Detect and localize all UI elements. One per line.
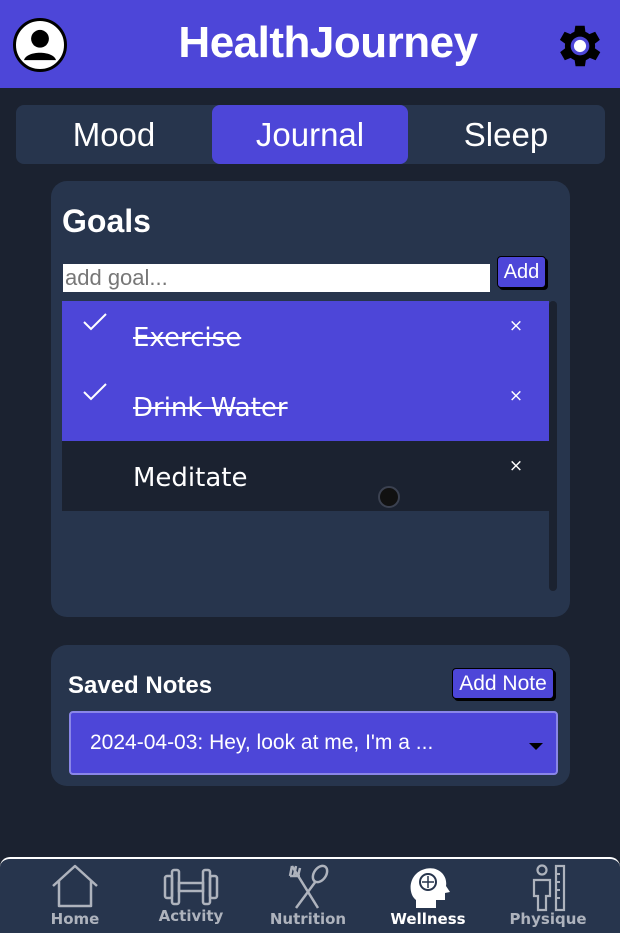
- nav-item-physique[interactable]: Physique: [493, 859, 603, 933]
- nav-label: Nutrition: [269, 910, 347, 928]
- saved-notes-selected: 2024-04-03: Hey, look at me, I'm a ...: [90, 731, 434, 754]
- checkmark-icon: [82, 312, 108, 332]
- bottom-nav: Home Activity Nutrition Wellness Physiqu…: [0, 857, 620, 933]
- nav-label: Activity: [158, 907, 224, 925]
- goal-item-meditate[interactable]: Meditate ×: [62, 441, 549, 511]
- gear-icon[interactable]: [552, 18, 608, 74]
- saved-notes-card: Saved Notes Add Note 2024-04-03: Hey, lo…: [51, 645, 570, 786]
- checkmark-icon: [82, 382, 108, 402]
- chevron-down-icon: [529, 743, 543, 750]
- home-icon: [45, 862, 105, 912]
- goal-item-drink-water[interactable]: Drink Water ×: [62, 371, 549, 441]
- close-icon[interactable]: ×: [508, 386, 524, 406]
- tab-journal[interactable]: Journal: [212, 105, 408, 164]
- app-title: HealthJourney: [178, 18, 478, 67]
- nav-item-wellness[interactable]: Wellness: [373, 859, 483, 933]
- close-icon[interactable]: ×: [508, 316, 524, 336]
- section-tabs: Mood Journal Sleep: [16, 105, 605, 164]
- goal-text: Meditate: [133, 463, 248, 493]
- goal-text: Exercise: [133, 323, 242, 353]
- tab-mood[interactable]: Mood: [16, 105, 212, 164]
- goal-list: Exercise × Drink Water × Meditate ×: [62, 301, 549, 591]
- saved-notes-title: Saved Notes: [68, 672, 213, 699]
- pointer-cursor: [378, 486, 400, 508]
- nav-label: Wellness: [390, 910, 466, 928]
- goal-list-scrollbar[interactable]: [549, 301, 557, 591]
- goals-title: Goals: [62, 203, 151, 239]
- goal-text: Drink Water: [133, 393, 288, 423]
- goal-item-exercise[interactable]: Exercise ×: [62, 301, 549, 371]
- body-measure-icon: [518, 862, 578, 912]
- nav-item-activity[interactable]: Activity: [136, 859, 246, 933]
- nav-label: Home: [50, 910, 100, 928]
- dumbbell-icon: [161, 862, 221, 912]
- goals-card: Goals Add Exercise × Drink Water × Medit…: [51, 181, 570, 617]
- add-note-button[interactable]: Add Note: [452, 668, 554, 699]
- brain-head-icon: [398, 862, 458, 912]
- saved-notes-select[interactable]: 2024-04-03: Hey, look at me, I'm a ...: [69, 711, 558, 775]
- add-goal-input[interactable]: [63, 264, 490, 292]
- nav-label: Physique: [509, 910, 587, 928]
- close-icon[interactable]: ×: [508, 456, 524, 476]
- tab-sleep[interactable]: Sleep: [408, 105, 604, 164]
- add-goal-button[interactable]: Add: [497, 256, 546, 288]
- fork-spoon-icon: [278, 862, 338, 912]
- app-header: HealthJourney: [0, 0, 620, 88]
- nav-item-home[interactable]: Home: [20, 859, 130, 933]
- nav-item-nutrition[interactable]: Nutrition: [253, 859, 363, 933]
